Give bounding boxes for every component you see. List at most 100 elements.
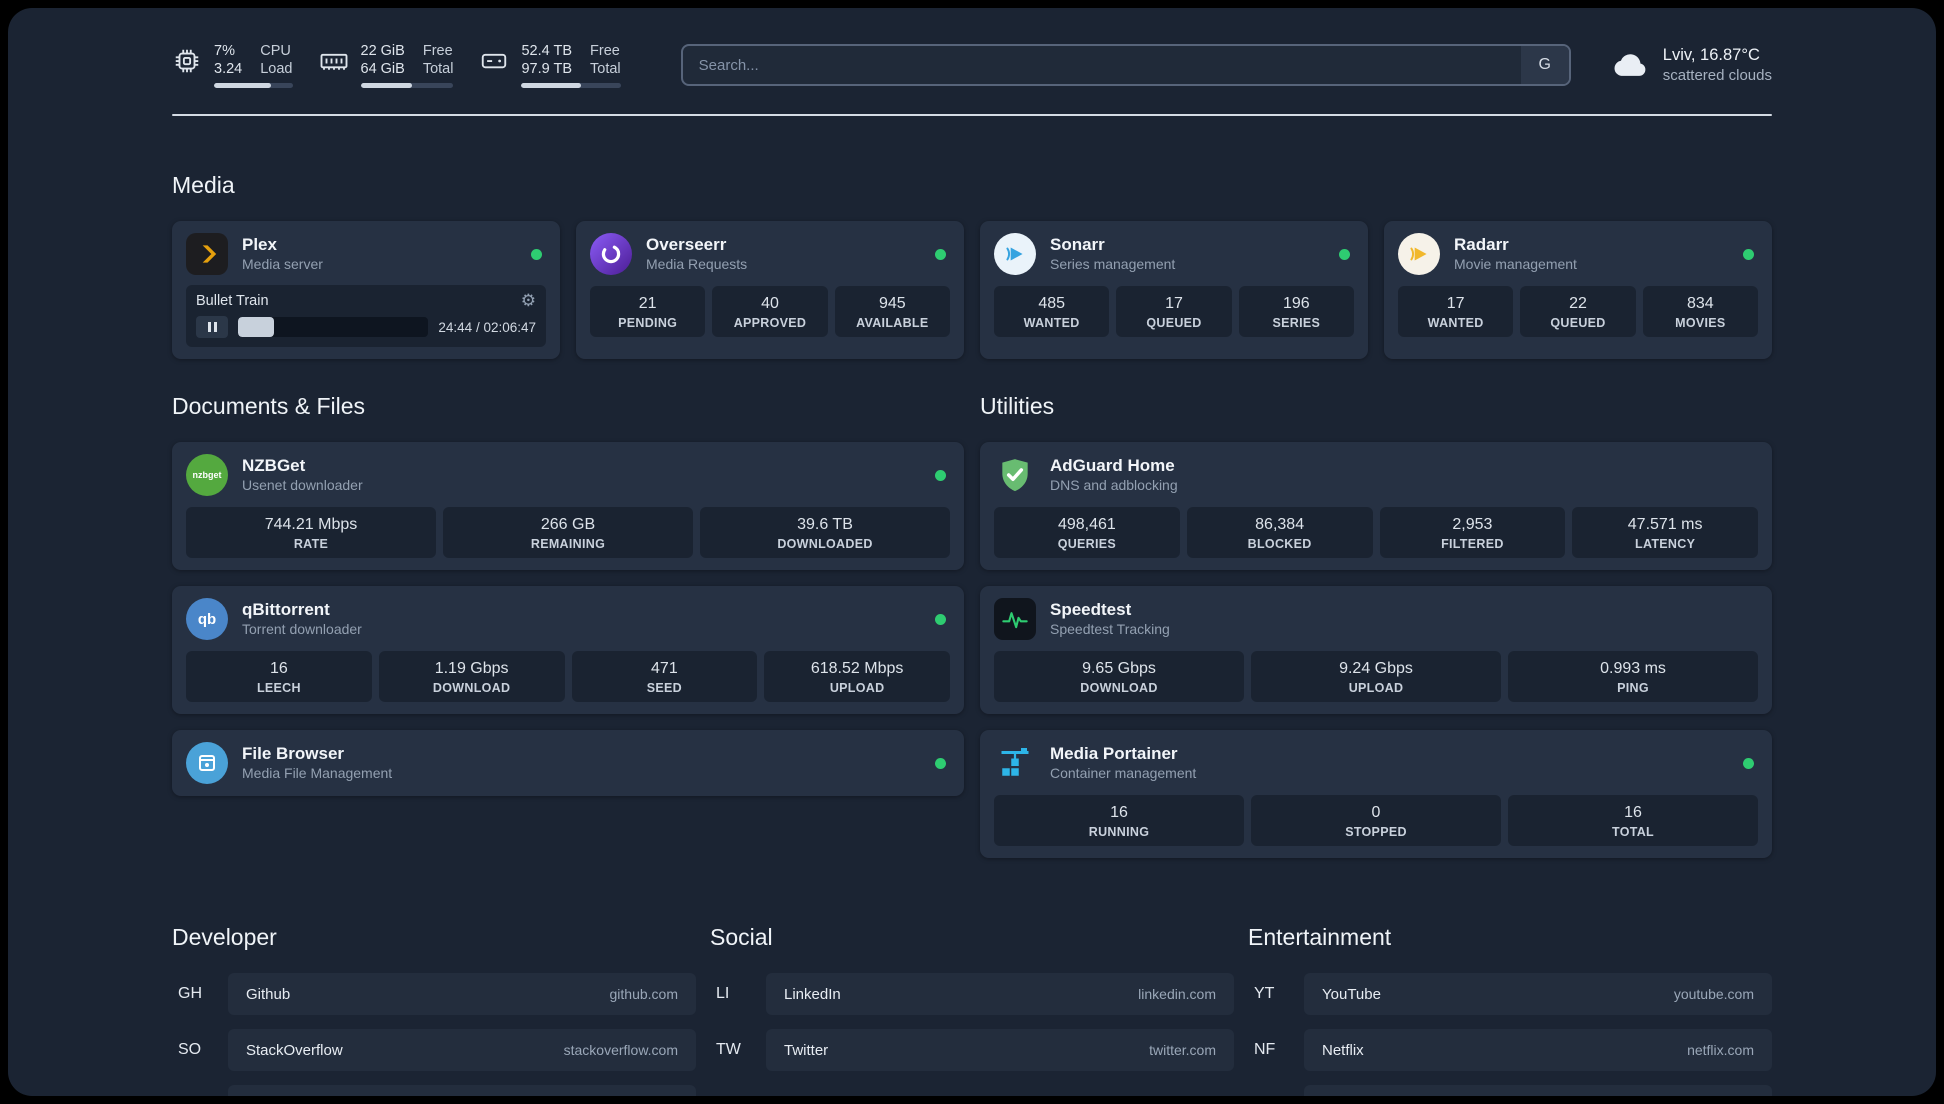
cpu-metric: 7% 3.24 CPU Load xyxy=(172,42,293,88)
service-name: Sonarr xyxy=(1050,235,1105,254)
service-card-plex[interactable]: Plex Media server Bullet Train ⚙ 24:44 /… xyxy=(172,221,560,359)
weather-location: Lviv, 16.87°C xyxy=(1662,45,1760,64)
qbittorrent-logo-icon: qb xyxy=(186,598,228,640)
weather-widget[interactable]: Lviv, 16.87°C scattered clouds xyxy=(1611,45,1772,86)
stat-queued: 17 QUEUED xyxy=(1116,286,1232,337)
bookmark-link-linkedin[interactable]: LinkedIn linkedin.com xyxy=(766,973,1234,1015)
section-title-social: Social xyxy=(710,924,773,950)
stat-stopped: 0 STOPPED xyxy=(1251,795,1501,846)
stat-approved: 40 APPROVED xyxy=(712,286,828,337)
gear-icon[interactable]: ⚙ xyxy=(521,292,536,309)
service-desc: DNS and adblocking xyxy=(1050,477,1178,493)
dashboard-panel: 7% 3.24 CPU Load 22 GiB 64 GiB Free Tota… xyxy=(8,8,1936,1096)
service-name: Radarr xyxy=(1454,235,1509,254)
stat-ping: 0.993 ms PING xyxy=(1508,651,1758,702)
bookmark-group-entertainment: Entertainment YT YouTube youtube.com NF … xyxy=(1248,924,1772,1096)
memory-free-value: 22 GiB xyxy=(360,43,405,59)
stat-queued: 22 QUEUED xyxy=(1520,286,1636,337)
cpu-label: CPU xyxy=(260,43,291,59)
section-utilities: Utilities AdGuard Home DNS and adblockin… xyxy=(980,393,1772,858)
bookmark-row-twitter: TW Twitter twitter.com xyxy=(710,1029,1234,1071)
stat-download: 1.19 Gbps DOWNLOAD xyxy=(378,651,565,702)
topbar-divider xyxy=(172,114,1772,116)
service-card-radarr[interactable]: Radarr Movie management 17 WANTED 22 QUE… xyxy=(1384,221,1772,359)
disk-progress-track xyxy=(521,83,621,88)
pause-button[interactable] xyxy=(196,316,228,338)
bookmark-abbr: YT xyxy=(1254,985,1275,1002)
bookmark-link-stackoverflow[interactable]: StackOverflow stackoverflow.com xyxy=(228,1029,696,1071)
bookmark-link-youtube[interactable]: YouTube youtube.com xyxy=(1304,973,1772,1015)
status-dot xyxy=(1743,248,1754,260)
stat-wanted: 17 WANTED xyxy=(1398,286,1514,337)
bookmark-link-netflix[interactable]: Netflix netflix.com xyxy=(1304,1029,1772,1071)
radarr-logo-icon xyxy=(1398,233,1440,275)
bookmark-link-github[interactable]: Github github.com xyxy=(228,973,696,1015)
bookmark-row-netflix: NF Netflix netflix.com xyxy=(1248,1029,1772,1071)
memory-ram-icon xyxy=(320,53,347,70)
status-dot xyxy=(935,248,946,260)
status-dot xyxy=(1339,248,1350,260)
service-card-qbittorrent[interactable]: qb qBittorrent Torrent downloader 16 LEE… xyxy=(172,586,964,714)
seek-bar[interactable] xyxy=(238,317,429,337)
status-dot xyxy=(935,613,946,625)
service-desc: Movie management xyxy=(1454,256,1577,272)
memory-metric: 22 GiB 64 GiB Free Total xyxy=(319,42,454,88)
nzbget-logo-icon: nzbget xyxy=(186,454,228,496)
service-name: Media Portainer xyxy=(1050,744,1178,763)
stat-available: 945 AVAILABLE xyxy=(834,286,950,337)
service-card-adguard[interactable]: AdGuard Home DNS and adblocking 498,461 … xyxy=(980,442,1772,570)
disk-metric: 52.4 TB 97.9 TB Free Total xyxy=(479,42,621,88)
bookmark-row-dev: DT DEV dev.to xyxy=(172,1085,696,1096)
search-input[interactable] xyxy=(682,46,1521,84)
service-card-portainer[interactable]: Media Portainer Container management 16 … xyxy=(980,730,1772,858)
memory-free-label: Free xyxy=(422,43,453,59)
bookmark-row-youtube: YT YouTube youtube.com xyxy=(1248,973,1772,1015)
disk-total-label: Total xyxy=(590,61,621,77)
stat-series: 196 SERIES xyxy=(1238,286,1354,337)
status-dot xyxy=(935,469,946,481)
cpu-progress-track xyxy=(214,83,293,88)
bookmark-link-twitter[interactable]: Twitter twitter.com xyxy=(766,1029,1234,1071)
now-playing-title: Bullet Train xyxy=(196,293,269,309)
service-card-sonarr[interactable]: Sonarr Series management 485 WANTED 17 Q… xyxy=(980,221,1368,359)
bookmark-row-github: GH Github github.com xyxy=(172,973,696,1015)
search-provider-button[interactable]: G xyxy=(1520,46,1569,84)
adguard-logo-icon xyxy=(994,454,1036,496)
service-desc: Media Requests xyxy=(646,256,748,272)
status-dot xyxy=(935,757,946,769)
stat-total: 16 TOTAL xyxy=(1508,795,1758,846)
bookmark-link-dev[interactable]: DEV dev.to xyxy=(228,1085,696,1096)
service-name: Plex xyxy=(242,235,277,254)
playback-time: 24:44 / 02:06:47 xyxy=(438,319,536,335)
filebrowser-logo-icon xyxy=(186,742,228,784)
stat-pending: 21 PENDING xyxy=(590,286,706,337)
bookmark-link-reddit[interactable]: Reddit reddit.com xyxy=(1304,1085,1772,1096)
service-desc: Container management xyxy=(1050,765,1197,781)
plex-now-playing-widget: Bullet Train ⚙ 24:44 / 02:06:47 xyxy=(186,285,546,347)
stat-wanted: 485 WANTED xyxy=(994,286,1110,337)
cpu-load-label: Load xyxy=(260,61,293,77)
service-card-filebrowser[interactable]: File Browser Media File Management xyxy=(172,730,964,796)
service-desc: Speedtest Tracking xyxy=(1050,621,1170,637)
cpu-chip-icon xyxy=(175,49,199,73)
stat-leech: 16 LEECH xyxy=(186,651,372,702)
section-title-developer: Developer xyxy=(172,924,277,950)
service-desc: Usenet downloader xyxy=(242,477,363,493)
memory-total-value: 64 GiB xyxy=(360,61,405,77)
stat-running: 16 RUNNING xyxy=(994,795,1244,846)
disk-drive-icon xyxy=(482,53,507,69)
bookmark-abbr: NF xyxy=(1254,1041,1276,1058)
service-desc: Media server xyxy=(242,256,323,272)
search-bar: G xyxy=(680,44,1571,86)
bookmark-abbr: SO xyxy=(178,1041,202,1058)
service-card-overseerr[interactable]: Overseerr Media Requests 21 PENDING 40 A… xyxy=(576,221,964,359)
seek-fill xyxy=(238,317,275,337)
service-card-nzbget[interactable]: nzbget NZBGet Usenet downloader 744.21 M… xyxy=(172,442,964,570)
stat-remaining: 266 GB REMAINING xyxy=(443,507,693,558)
service-name: AdGuard Home xyxy=(1050,456,1175,475)
disk-progress-fill xyxy=(521,83,581,88)
status-dot xyxy=(531,248,542,260)
service-card-speedtest[interactable]: Speedtest Speedtest Tracking 9.65 Gbps D… xyxy=(980,586,1772,714)
memory-progress-fill xyxy=(360,83,412,88)
stat-download: 9.65 Gbps DOWNLOAD xyxy=(994,651,1244,702)
